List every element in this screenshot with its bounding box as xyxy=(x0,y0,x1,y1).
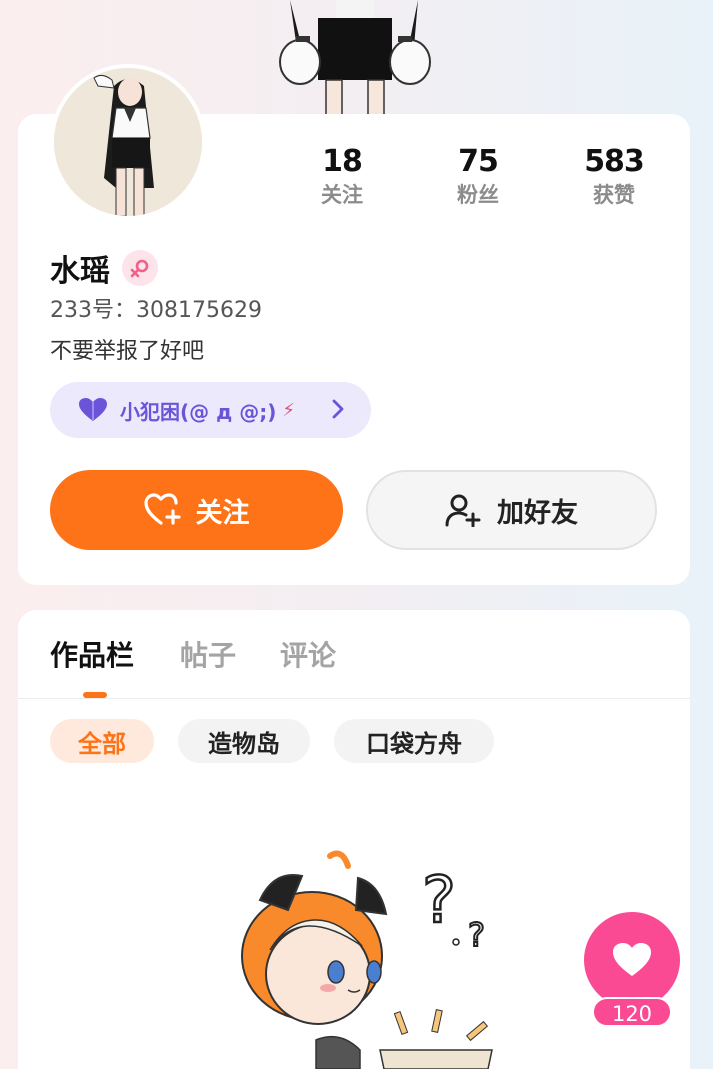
avatar-character-image xyxy=(54,68,202,216)
filter-all[interactable]: 全部 xyxy=(50,719,154,763)
filter-creation-island[interactable]: 造物岛 xyxy=(178,719,310,763)
sleepy-zz-icon: ⚡ xyxy=(282,399,295,421)
like-count: 120 xyxy=(592,997,672,1027)
stat-followers-label: 粉丝 xyxy=(457,183,499,207)
follow-button[interactable]: 关注 xyxy=(50,470,343,550)
username: 水瑶 xyxy=(50,254,110,289)
empty-state-mascot-illustration: ? ? xyxy=(241,850,493,1069)
stat-followers-value: 75 xyxy=(458,144,499,179)
stat-likes-value: 583 xyxy=(584,144,645,179)
svg-text:?: ? xyxy=(468,916,485,954)
status-tag[interactable]: 小犯困(@ д @;) ⚡ xyxy=(50,382,371,438)
stat-likes-label: 获赞 xyxy=(593,183,635,207)
chevron-right-icon xyxy=(332,399,344,419)
name-row: 水瑶 xyxy=(50,248,158,289)
stat-following-label: 关注 xyxy=(321,183,363,207)
status-tag-label: 小犯困(@ д @;) xyxy=(120,399,277,424)
filter-pocket-ark[interactable]: 口袋方舟 xyxy=(334,719,494,763)
user-id: 233号：308175629 xyxy=(50,298,262,323)
stat-following[interactable]: 18 关注 xyxy=(287,144,397,210)
female-icon xyxy=(122,250,158,286)
tab-posts[interactable]: 帖子 xyxy=(180,636,236,676)
tabs-divider xyxy=(18,698,690,699)
tab-works[interactable]: 作品栏 xyxy=(50,636,134,676)
heart-plus-icon xyxy=(143,493,181,525)
svg-text:?: ? xyxy=(422,864,456,938)
stat-following-value: 18 xyxy=(322,144,363,179)
tab-comments[interactable]: 评论 xyxy=(280,636,336,676)
follow-button-label: 关注 xyxy=(195,497,250,529)
stat-likes[interactable]: 583 获赞 xyxy=(559,144,669,210)
like-button[interactable] xyxy=(584,912,680,1008)
add-friend-button-label: 加好友 xyxy=(497,497,578,529)
stat-followers[interactable]: 75 粉丝 xyxy=(423,144,533,210)
user-plus-icon xyxy=(445,494,481,527)
avatar[interactable] xyxy=(50,64,206,220)
heart-icon xyxy=(613,943,651,976)
user-bio: 不要举报了好吧 xyxy=(50,339,205,364)
add-friend-button[interactable]: 加好友 xyxy=(366,470,657,550)
heart-icon xyxy=(79,398,107,421)
